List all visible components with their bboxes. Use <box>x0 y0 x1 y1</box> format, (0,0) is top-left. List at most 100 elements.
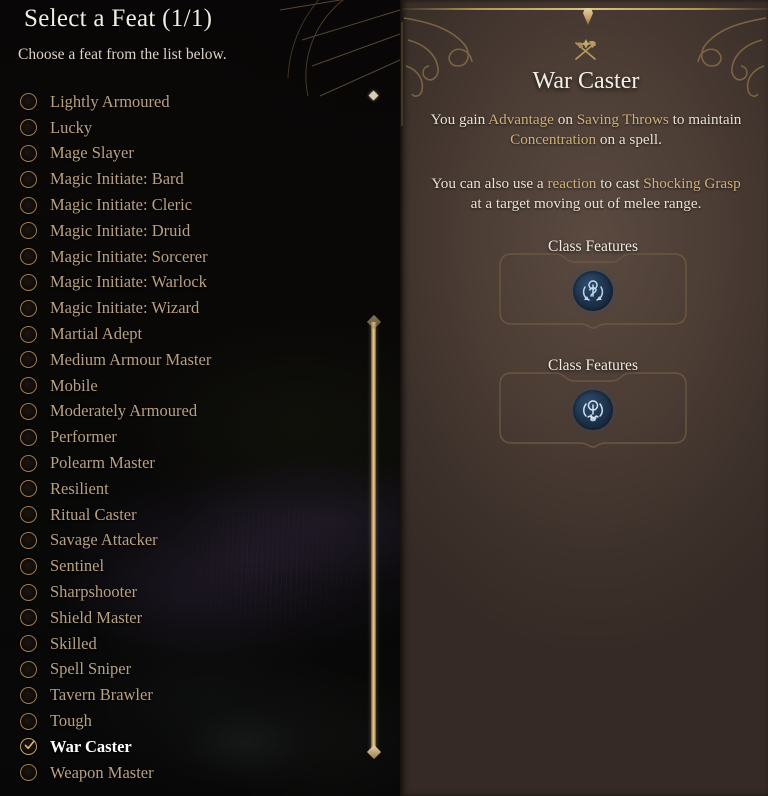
keyword-text: Concentration <box>510 131 597 148</box>
feat-list-item[interactable]: Magic Initiate: Warlock <box>0 270 360 296</box>
radio-button-unchecked[interactable] <box>20 557 37 575</box>
body-text: You can also use a <box>431 175 548 192</box>
keyword-text: reaction <box>547 175 597 192</box>
scrollbar-thumb[interactable] <box>371 322 376 752</box>
feat-list-item-label: Tavern Brawler <box>50 685 153 705</box>
radio-button-unchecked[interactable] <box>20 402 37 420</box>
radio-button-unchecked[interactable] <box>20 428 37 446</box>
feat-list-item-label: Magic Initiate: Cleric <box>50 195 193 215</box>
radio-button-unchecked[interactable] <box>20 222 37 240</box>
radio-button-unchecked[interactable] <box>20 119 37 137</box>
feat-list-item-label: Tough <box>50 711 92 731</box>
feat-list-item[interactable]: Polearm Master <box>0 450 360 476</box>
feat-list-item-label: Magic Initiate: Wizard <box>50 298 200 318</box>
radio-button-unchecked[interactable] <box>20 506 37 524</box>
class-features-box[interactable]: Class Features <box>498 357 688 449</box>
radio-button-unchecked[interactable] <box>20 686 37 704</box>
feat-list-item[interactable]: Tough <box>0 708 360 734</box>
feat-list-item-label: Mobile <box>50 375 98 395</box>
feat-list-item[interactable]: Moderately Armoured <box>0 399 360 425</box>
feat-list-item-label: Magic Initiate: Sorcerer <box>50 246 208 266</box>
body-text: to cast <box>596 175 644 192</box>
feat-list-item[interactable]: Magic Initiate: Cleric <box>0 192 360 218</box>
radio-button-unchecked[interactable] <box>20 480 37 498</box>
feat-list-item-label: Magic Initiate: Warlock <box>50 272 207 292</box>
page-subtitle: Choose a feat from the list below. <box>18 46 227 63</box>
feat-list-item[interactable]: Magic Initiate: Druid <box>0 218 360 244</box>
feat-list-item[interactable]: Savage Attacker <box>0 528 360 554</box>
feat-list-item[interactable]: Performer <box>0 424 360 450</box>
keyword-text: Saving Throws <box>576 111 669 128</box>
feat-list-item-label: Spell Sniper <box>50 659 132 679</box>
feat-list-item[interactable]: Sharpshooter <box>0 579 360 605</box>
body-text: on a spell. <box>596 131 662 148</box>
feat-list-item[interactable]: Skilled <box>0 631 360 657</box>
feat-list-item[interactable]: Magic Initiate: Bard <box>0 166 360 192</box>
pendant-ornament-icon <box>583 8 593 25</box>
keyword-text: Shocking Grasp <box>643 175 741 192</box>
radio-button-checked[interactable] <box>20 738 37 756</box>
feat-list-item[interactable]: Martial Adept <box>0 321 360 347</box>
class-features-box[interactable]: Class Features <box>498 238 688 330</box>
feat-list-item-label: Moderately Armoured <box>50 401 198 421</box>
radio-button-unchecked[interactable] <box>20 454 37 472</box>
feat-list-item-label: Magic Initiate: Bard <box>50 169 184 189</box>
check-icon <box>24 741 35 750</box>
radio-button-unchecked[interactable] <box>20 273 37 291</box>
radio-button-unchecked[interactable] <box>20 351 37 369</box>
feat-list-item[interactable]: Tavern Brawler <box>0 682 360 708</box>
feat-list-item-label: Weapon Master <box>50 762 154 782</box>
feat-list-item[interactable]: Magic Initiate: Wizard <box>0 295 360 321</box>
feat-list-item[interactable]: Mobile <box>0 373 360 399</box>
radio-button-unchecked[interactable] <box>20 583 37 601</box>
feat-list-item-label: Sentinel <box>50 556 105 576</box>
radio-button-unchecked[interactable] <box>20 635 37 653</box>
radio-button-unchecked[interactable] <box>20 144 37 162</box>
feat-title: War Caster <box>532 68 640 94</box>
feat-list-item[interactable]: Sentinel <box>0 553 360 579</box>
feat-list-item[interactable]: Magic Initiate: Sorcerer <box>0 244 360 270</box>
body-text: on <box>553 111 577 128</box>
feat-list-item[interactable]: Resilient <box>0 476 360 502</box>
radio-button-unchecked[interactable] <box>20 93 37 111</box>
feat-list-item[interactable]: War Caster <box>0 734 360 760</box>
keyword-text: Advantage <box>488 111 554 128</box>
feat-list-item-label: Mage Slayer <box>50 143 134 163</box>
radio-button-unchecked[interactable] <box>20 196 37 214</box>
feat-list-item[interactable]: Spell Sniper <box>0 657 360 683</box>
feat-list-item[interactable]: Shield Master <box>0 605 360 631</box>
feat-list-item-label: Ritual Caster <box>50 504 137 524</box>
class-features-label: Class Features <box>548 238 638 255</box>
class-feature-icon[interactable] <box>573 390 613 430</box>
feat-list-item-label: Skilled <box>50 633 97 653</box>
class-feature-icon[interactable] <box>573 271 613 311</box>
feat-list-item[interactable]: Lucky <box>0 115 360 141</box>
feat-list-item[interactable]: Ritual Caster <box>0 502 360 528</box>
class-features-label: Class Features <box>548 357 638 374</box>
radio-button-unchecked[interactable] <box>20 325 37 343</box>
scroll-track-top-marker <box>368 90 379 101</box>
feat-list-item[interactable]: Mage Slayer <box>0 141 360 167</box>
radio-button-unchecked[interactable] <box>20 299 37 317</box>
crossed-weapons-icon <box>575 39 596 60</box>
feat-list-item-label: Martial Adept <box>50 324 143 344</box>
feat-list-item[interactable]: Lightly Armoured <box>0 89 360 115</box>
radio-button-unchecked[interactable] <box>20 377 37 395</box>
feat-list-scrollbar[interactable] <box>371 322 376 758</box>
radio-button-unchecked[interactable] <box>20 764 37 782</box>
radio-button-unchecked[interactable] <box>20 660 37 678</box>
feat-list-item-label: Lightly Armoured <box>50 91 170 111</box>
body-text: You gain <box>430 111 489 128</box>
feat-list-item-label: Lucky <box>50 117 93 137</box>
body-text: at a target moving out of melee range. <box>470 195 702 212</box>
feat-selection-panel: Select a Feat (1/1) Choose a feat from t… <box>0 0 400 796</box>
feat-list-item[interactable]: Weapon Master <box>0 760 360 786</box>
radio-button-unchecked[interactable] <box>20 712 37 730</box>
radio-button-unchecked[interactable] <box>20 531 37 549</box>
radio-button-unchecked[interactable] <box>20 609 37 627</box>
feat-list-item-label: Resilient <box>50 478 109 498</box>
feat-list-item[interactable]: Medium Armour Master <box>0 347 360 373</box>
radio-button-unchecked[interactable] <box>20 248 37 266</box>
feat-list-item-label: Sharpshooter <box>50 582 138 602</box>
radio-button-unchecked[interactable] <box>20 170 37 188</box>
